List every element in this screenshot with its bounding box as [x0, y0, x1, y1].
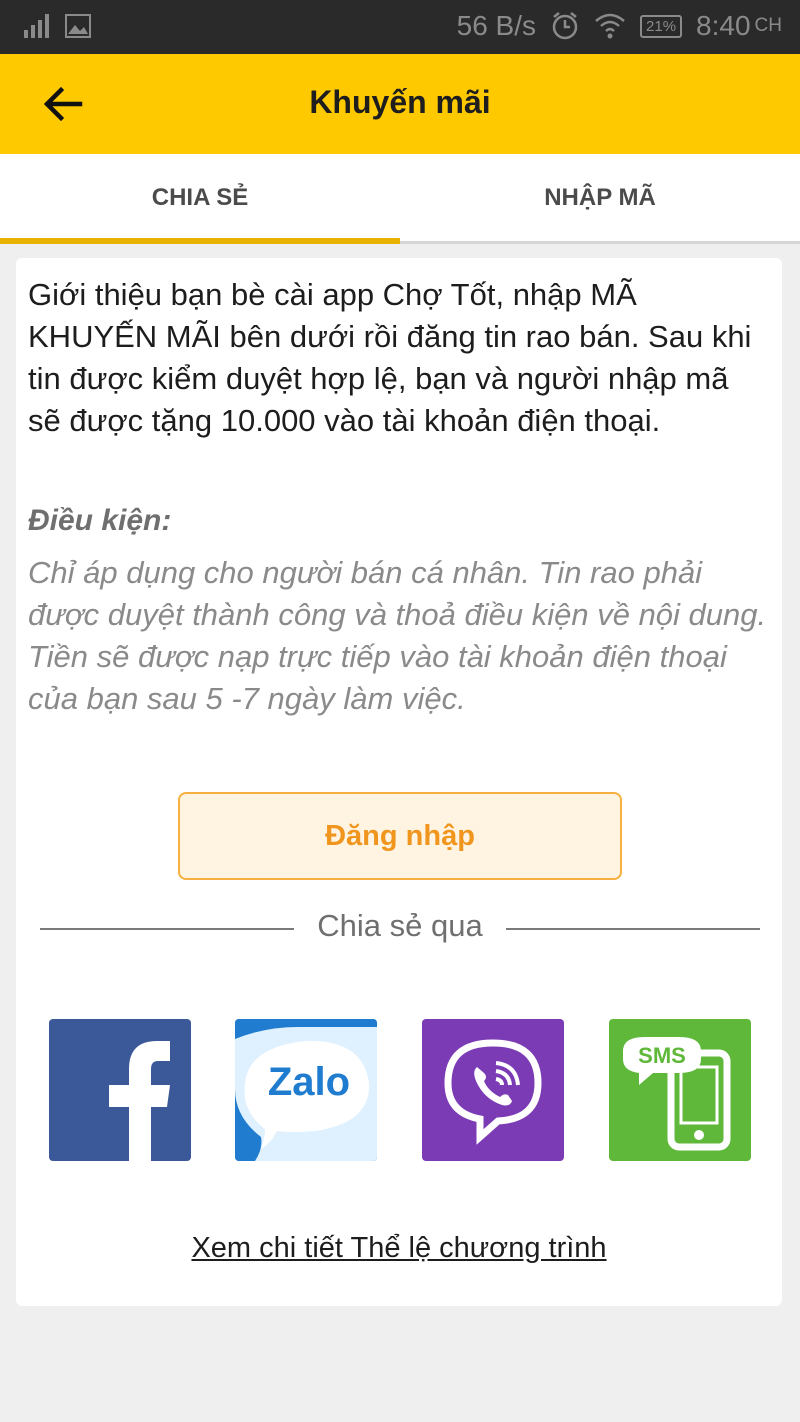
- signal-icon: [24, 14, 49, 38]
- facebook-icon: [109, 1041, 170, 1161]
- share-divider: Chia sẻ qua: [40, 908, 760, 952]
- status-bar: 56 B/s 21% 8:40 CH: [0, 0, 800, 54]
- app-bar: Khuyến mãi: [0, 54, 800, 154]
- rules-link[interactable]: Xem chi tiết Thể lệ chương trình: [16, 1232, 782, 1265]
- clock: 8:40: [696, 10, 751, 41]
- share-options: Zalo SMS: [49, 1019, 751, 1161]
- zalo-label: Zalo: [268, 1060, 350, 1104]
- tab-share[interactable]: CHIA SẺ: [0, 154, 400, 244]
- zalo-icon: Zalo: [235, 1019, 377, 1161]
- alarm-icon: [552, 12, 578, 40]
- share-zalo-button[interactable]: Zalo: [235, 1019, 377, 1161]
- sms-icon: SMS: [623, 1037, 731, 1151]
- divider-line-right: [506, 928, 760, 930]
- network-speed: 56 B/s: [456, 10, 537, 41]
- page-title: Khuyến mãi: [309, 84, 491, 120]
- wifi-icon: [595, 13, 625, 39]
- share-viber-button[interactable]: [422, 1019, 564, 1161]
- login-button[interactable]: Đăng nhập: [178, 792, 622, 880]
- clock-ampm: CH: [754, 15, 782, 36]
- promo-card: Giới thiệu bạn bè cài app Chợ Tốt, nhập …: [16, 258, 782, 1306]
- condition-text: Chỉ áp dụng cho người bán cá nhân. Tin r…: [28, 555, 767, 716]
- battery-icon: 21%: [640, 14, 683, 38]
- share-via-label: Chia sẻ qua: [317, 908, 483, 943]
- condition-title: Điều kiện:: [28, 504, 172, 537]
- sms-label: SMS: [638, 1043, 686, 1068]
- share-facebook-button[interactable]: [49, 1019, 191, 1161]
- viber-icon: [444, 1039, 542, 1145]
- intro-text: Giới thiệu bạn bè cài app Chợ Tốt, nhập …: [28, 277, 752, 438]
- image-icon: [65, 14, 91, 38]
- tab-enter-code[interactable]: NHẬP MÃ: [400, 154, 800, 244]
- share-sms-button[interactable]: SMS: [609, 1019, 751, 1161]
- tab-bar: CHIA SẺ NHẬP MÃ: [0, 154, 800, 244]
